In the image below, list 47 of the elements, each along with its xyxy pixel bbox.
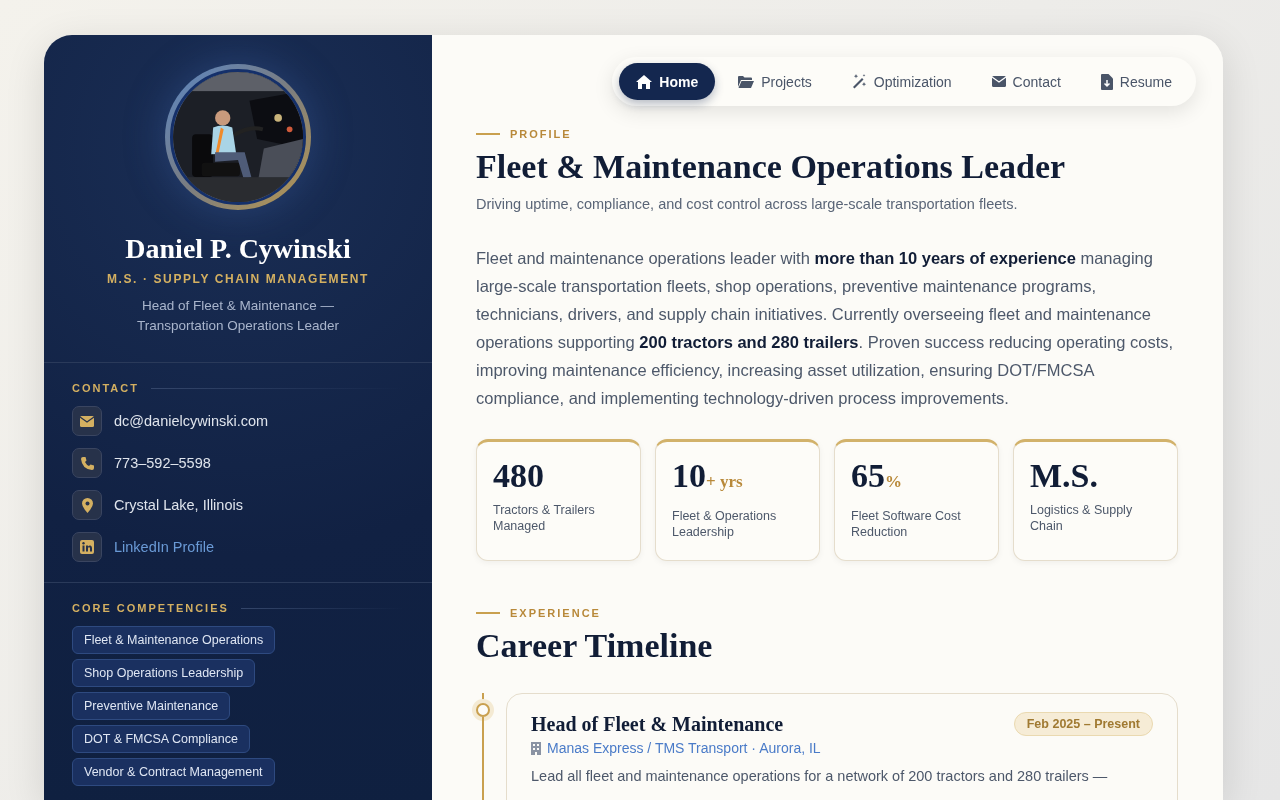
envelope-icon xyxy=(991,76,1006,87)
folder-icon xyxy=(738,75,755,88)
nav-tab[interactable]: Resume xyxy=(1083,63,1189,100)
section-heading: CORE COMPETENCIES xyxy=(72,602,229,614)
job-title: Head of Fleet & Maintenance xyxy=(531,712,784,736)
file-download-icon xyxy=(1100,73,1113,90)
section-title: Career Timeline xyxy=(476,626,714,666)
profile-tagline: Head of Fleet & Maintenance — Transportation Operations Leader xyxy=(135,297,341,335)
company-link[interactable]: Manas Express / TMS Transport · Aurora, IL xyxy=(547,740,821,756)
competency-tag: Preventive Maintenance xyxy=(72,692,231,720)
job-summary: Lead all fleet and maintenance operations for a network of 200 tractors and 280 trailers — xyxy=(531,768,1109,784)
stat-label: Tractors & Trailers Managed xyxy=(493,502,596,534)
contact-email: dc@danielcywinski.com xyxy=(114,413,269,429)
section-heading: CONTACT xyxy=(72,382,139,394)
section-eyebrow: EXPERIENCE xyxy=(510,607,601,619)
nav-tab[interactable]: Optimization xyxy=(834,63,969,100)
stat-value: M.S. xyxy=(1030,456,1099,496)
phone-icon xyxy=(80,456,94,470)
contact-phone: 773–592–5598 xyxy=(114,455,211,471)
profile-summary: Fleet and maintenance operations leader with more than 10 years of experience managing large-scale transportation fleets, shop operations, preventive maintenance programs, technicians, drivers, and supply chain initiatives. Currently overseeing fleet and maintenance operations supporting 200 tractors and 280 trailers. Proven success reducing operating costs, improving maintenance efficiency, increasing asset utilization, ensuring DOT/FMCSA compliance, and implementing technology-driven process improvements. xyxy=(476,248,1175,409)
nav-tab[interactable]: Home xyxy=(619,63,716,100)
stat-value: 480 xyxy=(493,456,545,496)
linkedin-icon xyxy=(80,540,94,554)
stat-label: Fleet Software Cost Reduction xyxy=(851,508,962,540)
nav-tab[interactable]: Projects xyxy=(721,63,829,100)
linkedin-link[interactable]: LinkedIn Profile xyxy=(114,539,214,555)
envelope-icon xyxy=(80,415,94,427)
page-title: Fleet & Maintenance Operations Leader xyxy=(476,147,1067,187)
stat-label: Logistics & Supply Chain xyxy=(1030,502,1134,534)
map-pin-icon xyxy=(81,497,93,513)
home-icon xyxy=(636,74,653,89)
stat-value: 65% xyxy=(851,456,903,496)
contact-location: Crystal Lake, Illinois xyxy=(114,497,243,513)
competency-tag: DOT & FMCSA Compliance xyxy=(72,725,250,753)
degree-label: M.S. · SUPPLY CHAIN MANAGEMENT xyxy=(107,272,369,286)
date-badge: Feb 2025 – Present xyxy=(1013,712,1153,736)
stat-value: 10+ yrs xyxy=(672,456,744,496)
magic-wand-icon xyxy=(851,74,867,89)
nav-tab[interactable]: Contact xyxy=(974,63,1078,100)
profile-name: Daniel P. Cywinski xyxy=(125,232,351,266)
section-eyebrow: PROFILE xyxy=(510,128,572,140)
building-icon xyxy=(531,741,541,755)
competency-tag: Shop Operations Leadership xyxy=(72,659,256,687)
page-subtitle: Driving uptime, compliance, and cost control across large-scale transportation fleets. xyxy=(476,196,1019,212)
stat-label: Fleet & Operations Leadership xyxy=(672,508,778,540)
competency-tag: Vendor & Contract Management xyxy=(72,758,275,786)
competency-tag: Fleet & Maintenance Operations xyxy=(72,626,276,654)
